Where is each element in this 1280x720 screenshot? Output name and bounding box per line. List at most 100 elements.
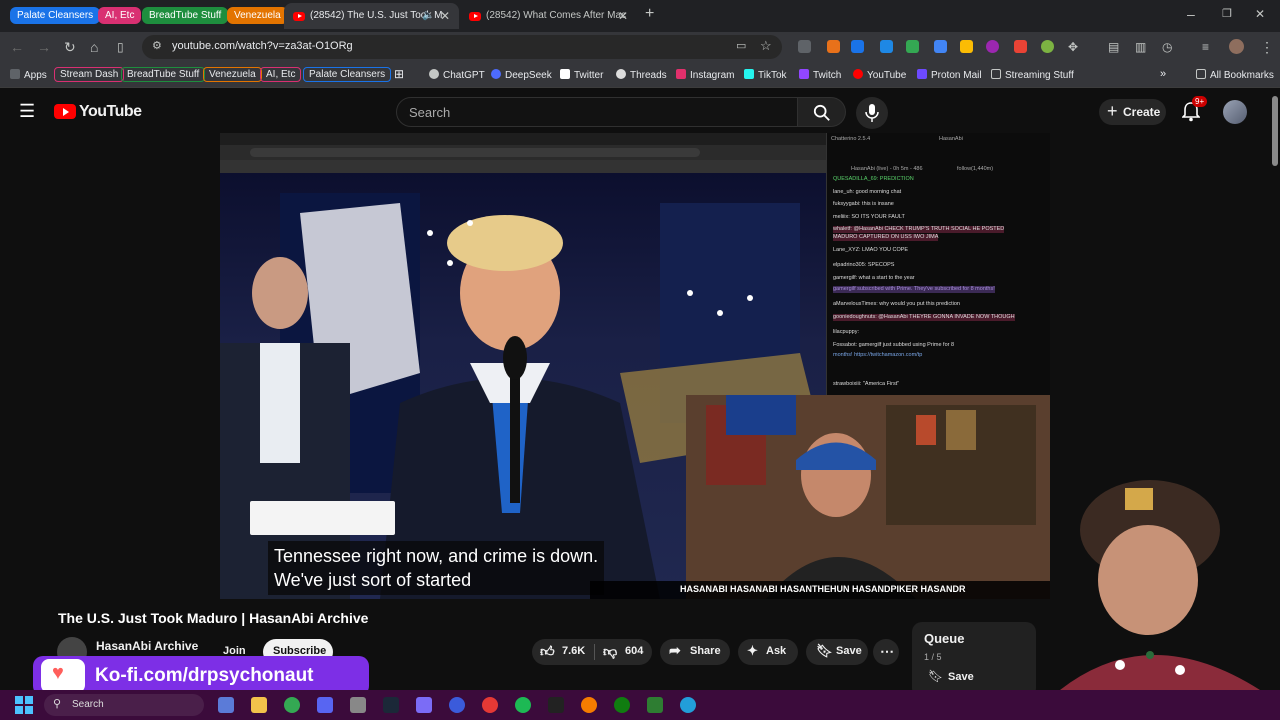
tab-active-video[interactable]: (28542) The U.S. Just Took M 🔈 ✕ — [284, 3, 459, 29]
tab-search-icon[interactable]: ▤ — [1108, 39, 1119, 55]
create-button[interactable]: + Create — [1099, 99, 1166, 125]
profile-avatar[interactable] — [1229, 39, 1244, 54]
dislike-count[interactable]: 604 — [625, 645, 643, 657]
search-input-placeholder[interactable]: Search — [409, 105, 450, 120]
video-captions: Tennessee right now, and crime is down. … — [268, 541, 605, 595]
forward-icon[interactable]: → — [37, 39, 51, 55]
url-text[interactable]: youtube.com/watch?v=za3at-O1ORg — [172, 40, 353, 52]
extension-icon[interactable] — [960, 40, 973, 53]
page-scrollbar[interactable] — [1272, 96, 1278, 166]
extension-icon[interactable] — [880, 40, 893, 53]
thumbs-up-icon[interactable]: 👍︎ — [540, 643, 555, 660]
queue-panel[interactable]: Queue 1 / 5 🔖︎ Save — [912, 622, 1036, 698]
bookmark-folder-streaming-stuff[interactable]: Streaming Stuff — [991, 69, 1074, 81]
address-bar[interactable]: ⚙ youtube.com/watch?v=za3at-O1ORg ▭ ☆ — [142, 35, 782, 59]
extension-icon[interactable] — [798, 40, 811, 53]
bookmark-threads[interactable]: Threads — [616, 69, 667, 81]
telegram-icon[interactable] — [680, 697, 696, 713]
tab-next-video[interactable]: (28542) What Comes After Mac ✕ — [460, 3, 635, 29]
extension-icon[interactable] — [827, 40, 840, 53]
file-explorer-icon[interactable] — [251, 697, 267, 713]
bookmark-folder-all[interactable]: All Bookmarks — [1196, 69, 1274, 81]
bookmark-group-palate-cleansers[interactable]: Palate Cleansers — [303, 67, 392, 82]
search-button[interactable] — [798, 97, 846, 127]
bookmark-group-venezuela[interactable]: Venezuela — [203, 67, 262, 82]
tab-groups-grid-icon[interactable]: ⊞ — [394, 67, 404, 81]
home-icon[interactable]: ⌂ — [90, 39, 98, 55]
steam-icon[interactable] — [383, 697, 399, 713]
close-tab-icon[interactable]: ✕ — [440, 9, 450, 23]
history-icon[interactable]: ◷ — [1162, 39, 1172, 55]
taskbar-app-icon[interactable] — [647, 697, 663, 713]
menu-list-icon[interactable]: ≡ — [1202, 39, 1209, 55]
close-tab-icon[interactable]: ✕ — [618, 9, 628, 23]
extension-icon[interactable] — [1041, 40, 1054, 53]
extension-icon[interactable] — [851, 40, 864, 53]
chrome-icon[interactable] — [284, 697, 300, 713]
account-avatar[interactable] — [1223, 100, 1247, 124]
spotify-icon[interactable] — [515, 697, 531, 713]
bookmark-group-stream-dash[interactable]: Stream Dash — [54, 67, 125, 82]
bookmark-apps[interactable]: Apps — [10, 69, 47, 81]
reload-icon[interactable]: ↻ — [64, 39, 76, 55]
taskbar-app-icon[interactable] — [449, 697, 465, 713]
more-vertical-icon[interactable]: ⋮ — [1260, 39, 1274, 55]
bookmark-group-breadtube[interactable]: BreadTube Stuff — [121, 67, 206, 82]
sidebar-icon[interactable]: ▯ — [117, 39, 124, 55]
new-tab-icon[interactable]: + — [645, 6, 654, 22]
share-button[interactable]: ➦ Share — [660, 639, 730, 665]
hamburger-menu-icon[interactable]: ☰ — [19, 101, 35, 122]
tab-group-palate-cleansers[interactable]: Palate Cleansers — [10, 7, 101, 24]
bookmark-star-icon[interactable]: ☆ — [760, 38, 772, 54]
terminal-icon[interactable] — [548, 697, 564, 713]
xbox-icon[interactable] — [614, 697, 630, 713]
search-box[interactable]: Search — [396, 97, 798, 127]
chevron-right-icon[interactable]: » — [1160, 68, 1166, 80]
taskbar-app-icon[interactable] — [416, 697, 432, 713]
windows-start-icon[interactable] — [15, 696, 33, 714]
bookmark-icon[interactable]: 🔖︎ — [928, 669, 943, 683]
like-count[interactable]: 7.6K — [562, 645, 585, 657]
bookmark-instagram[interactable]: Instagram — [676, 69, 734, 81]
tab-group-ai-etc[interactable]: AI, Etc — [98, 7, 142, 24]
save-button[interactable]: 🔖︎ Save — [806, 639, 868, 665]
bookmark-twitch[interactable]: Twitch — [799, 69, 841, 81]
extension-icon[interactable] — [906, 40, 919, 53]
more-actions-button[interactable]: ⋯ — [873, 639, 899, 665]
chat-message: fuksyygabi: this is insane — [833, 201, 894, 207]
extension-icon[interactable] — [986, 40, 999, 53]
bookmark-chatgpt[interactable]: ChatGPT — [429, 69, 485, 81]
taskbar-app-icon[interactable] — [350, 697, 366, 713]
discord-icon[interactable] — [317, 697, 333, 713]
ask-button[interactable]: ✦ Ask — [738, 639, 798, 665]
site-info-icon[interactable]: ⚙ — [152, 39, 162, 52]
channel-name[interactable]: HasanAbi Archive — [96, 639, 198, 653]
speaker-icon[interactable]: 🔈 — [422, 10, 434, 21]
thumbs-down-icon[interactable]: 👎︎ — [603, 643, 617, 660]
restore-icon[interactable]: ❐ — [1222, 6, 1232, 22]
bookmark-proton-mail[interactable]: Proton Mail — [917, 69, 982, 81]
taskbar-app-icon[interactable] — [482, 697, 498, 713]
taskbar-app-icon[interactable] — [581, 697, 597, 713]
voice-search-button[interactable] — [856, 97, 888, 129]
tab-group-venezuela[interactable]: Venezuela — [227, 7, 288, 24]
taskbar-app-icon[interactable] — [218, 697, 234, 713]
bookmark-youtube[interactable]: YouTube — [853, 69, 906, 81]
extension-icon[interactable] — [934, 40, 947, 53]
extension-icon[interactable] — [1014, 40, 1027, 53]
extensions-puzzle-icon[interactable]: ✥ — [1068, 39, 1078, 55]
bookmark-group-ai-etc[interactable]: AI, Etc — [260, 67, 302, 82]
reading-mode-icon[interactable]: ▥ — [1135, 39, 1146, 55]
notifications-button[interactable]: 9+ — [1181, 96, 1208, 127]
back-icon[interactable]: ← — [10, 39, 24, 55]
queue-save-button[interactable]: Save — [948, 671, 974, 683]
minimize-icon[interactable]: – — [1187, 6, 1195, 22]
video-player[interactable]: Chatterino 2.5.4 HasanAbi HasanAbi (live… — [220, 133, 1050, 599]
bookmark-tiktok[interactable]: TikTok — [744, 69, 787, 81]
taskbar-search[interactable]: ⚲ Search — [44, 694, 204, 716]
tab-group-breadtube[interactable]: BreadTube Stuff — [142, 7, 229, 24]
close-window-icon[interactable]: ✕ — [1255, 6, 1265, 22]
cast-icon[interactable]: ▭ — [736, 39, 746, 52]
bookmark-twitter[interactable]: Twitter — [560, 69, 603, 81]
bookmark-deepseek[interactable]: DeepSeek — [491, 69, 552, 81]
